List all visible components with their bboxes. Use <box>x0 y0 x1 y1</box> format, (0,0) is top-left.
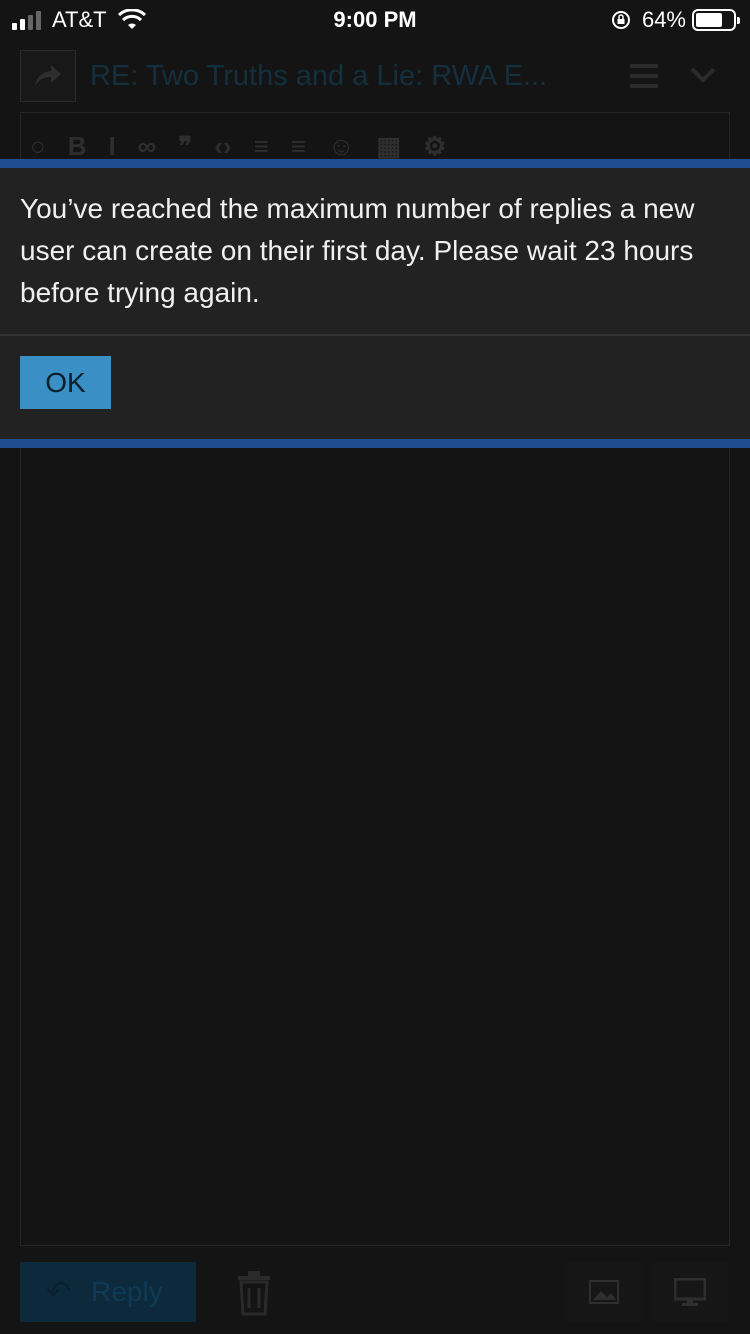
reply-label: Reply <box>91 1276 163 1307</box>
reply-action-button[interactable] <box>20 50 76 102</box>
status-right: 64% <box>610 7 740 33</box>
preview-toggle-button[interactable] <box>652 1262 728 1322</box>
speech-bubble-icon[interactable]: ○ <box>30 131 46 162</box>
reply-button[interactable]: ↶ Reply <box>20 1262 196 1322</box>
composer-header: RE: Two Truths and a Lie: RWA E... <box>20 50 730 102</box>
image-icon <box>589 1280 619 1304</box>
topic-title: RE: Two Truths and a Lie: RWA E... <box>90 60 548 92</box>
gear-icon[interactable]: ⚙ <box>423 131 446 162</box>
quote-icon[interactable]: ❞ <box>178 131 192 162</box>
bullet-list-icon[interactable]: ≡ <box>254 131 269 162</box>
hamburger-icon[interactable] <box>630 64 658 88</box>
screen: AT&T 9:00 PM 64% RE: Two Truths and a Li… <box>0 0 750 1334</box>
monitor-icon <box>674 1278 706 1306</box>
italic-icon[interactable]: I <box>109 131 116 162</box>
trash-icon[interactable] <box>236 1270 272 1316</box>
reply-arrow-icon: ↶ <box>46 1275 72 1309</box>
chevron-down-icon[interactable] <box>686 60 720 90</box>
numbered-list-icon[interactable]: ≡ <box>291 131 306 162</box>
calendar-icon[interactable]: ▦ <box>377 131 402 162</box>
status-bar: AT&T 9:00 PM 64% <box>0 0 750 40</box>
battery-icon <box>692 9 740 31</box>
rate-limit-dialog: You’ve reached the maximum number of rep… <box>0 159 750 448</box>
dialog-message: You’ve reached the maximum number of rep… <box>20 193 695 308</box>
share-arrow-icon <box>35 65 61 87</box>
bold-icon[interactable]: B <box>68 131 87 162</box>
emoji-icon[interactable]: ☺ <box>328 131 355 162</box>
dialog-divider <box>0 334 750 336</box>
battery-percent: 64% <box>641 7 686 32</box>
image-upload-button[interactable] <box>566 1262 642 1322</box>
rotation-lock-icon <box>611 11 630 29</box>
code-icon[interactable]: ‹› <box>214 131 231 162</box>
link-icon[interactable]: ∞ <box>138 131 157 162</box>
ok-button[interactable]: OK <box>20 356 111 409</box>
